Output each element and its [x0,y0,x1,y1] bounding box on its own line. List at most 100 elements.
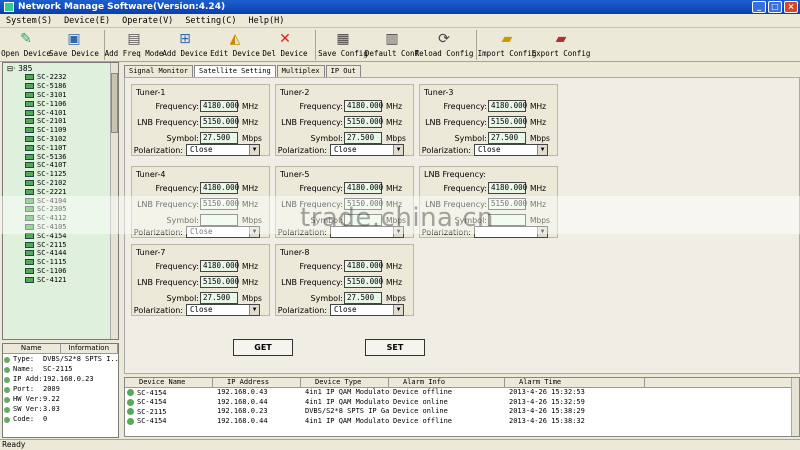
menu-setting[interactable]: Setting(C) [179,16,242,26]
dropdown-arrow-icon[interactable]: ▼ [393,305,403,315]
table-row[interactable]: SC-2115 192.168.0.23 DVBS/S2*8 SPTS IP Ga.… [125,407,799,417]
tree-device-item[interactable]: SC-5186 [3,82,118,91]
info-header-name[interactable]: Name [3,344,61,353]
mhz-unit: MHz [386,118,403,127]
frequency-input[interactable]: 4180.000 [344,100,383,112]
export-config-button[interactable]: ▰ Export Config [532,28,591,58]
tab-signal-monitor[interactable]: Signal Monitor [124,65,194,77]
frequency-input[interactable]: 4180.000 [344,260,383,272]
alarm-time: 2013-4-26 15:38:29 [509,407,585,415]
polarization-select[interactable]: Close ▼ [474,144,548,156]
tree-device-item[interactable]: SC-2101 [3,117,118,126]
dropdown-arrow-icon[interactable]: ▼ [537,145,547,155]
tree-expander-icon[interactable]: ⊟· [7,64,16,73]
del-device-button[interactable]: ✕ Del Device [261,28,309,58]
frequency-input[interactable]: 4180.000 [488,182,527,194]
menu-system[interactable]: System(S) [0,16,58,26]
save-device-button[interactable]: ▣ Save Device [49,28,99,58]
tree-device-item[interactable]: SC-4144 [3,249,118,258]
tree-device-item[interactable]: SC-3101 [3,91,118,100]
add-freq-mode-button[interactable]: ▤ Add Freq Mode [105,28,164,58]
lnb-frequency-input[interactable]: 5150.000 [200,116,239,128]
col-device-type[interactable]: Device Type [301,378,389,387]
tree-device-item[interactable]: SC-1125 [3,170,118,179]
polarization-label: Polarization: [277,306,327,315]
lnb-frequency-input[interactable]: 5150.000 [488,116,527,128]
minimize-button[interactable]: _ [752,1,766,13]
lnb-frequency-input[interactable]: 5150.000 [200,276,239,288]
maximize-button[interactable]: □ [768,1,782,13]
dropdown-arrow-icon[interactable]: ▼ [393,145,403,155]
add-device-button[interactable]: ⊞ Add Device [161,28,209,58]
tab-multiplex[interactable]: Multiplex [276,65,325,77]
info-row: Name: SC-2115 [3,364,118,374]
polarization-select[interactable]: Close ▼ [186,144,260,156]
tab-ip-out[interactable]: IP Out [325,65,361,77]
polarization-select[interactable]: Close ▼ [330,144,404,156]
alarm-device-name: SC-4154 [125,417,213,427]
close-button[interactable]: × [784,1,798,13]
tree-device-item[interactable]: SC-1106 [3,267,118,276]
polarization-label: Polarization: [133,146,183,155]
alarm-scrollbar[interactable] [791,378,799,436]
polarization-select[interactable]: Close ▼ [330,304,404,316]
menu-device[interactable]: Device(E) [58,16,116,26]
lnb-frequency-input[interactable]: 5150.000 [344,276,383,288]
device-icon [25,171,34,178]
save-config-button[interactable]: ▦ Save Config [318,28,368,58]
menu-help[interactable]: Help(H) [243,16,291,26]
device-icon [25,127,34,134]
tree-scroll-thumb[interactable] [111,73,118,133]
tree-device-item[interactable]: SC-2115 [3,240,118,249]
lnb-frequency-input[interactable]: 5150.000 [344,116,383,128]
col-alarm-info[interactable]: Alarm Info [389,378,505,387]
symbol-label: Symbol: [166,134,200,143]
frequency-input[interactable]: 4180.000 [344,182,383,194]
menu-operate[interactable]: Operate(V) [116,16,179,26]
frequency-input[interactable]: 4180.000 [488,100,527,112]
tree-device-item[interactable]: SC-4101 [3,108,118,117]
polarization-select[interactable]: Close ▼ [186,304,260,316]
tree-device-item[interactable]: SC-4121 [3,275,118,284]
info-value: DVBS/S2*8 SPTS I... [43,355,118,363]
dropdown-arrow-icon[interactable]: ▼ [249,305,259,315]
alarm-info: Device online [393,397,448,406]
dropdown-arrow-icon[interactable]: ▼ [249,145,259,155]
tree-device-item[interactable]: SC-1109 [3,126,118,135]
tab-satellite-setting[interactable]: Satellite Setting [194,65,276,77]
tree-device-item[interactable]: SC-2102 [3,179,118,188]
tree-root[interactable]: ⊟· 385 [3,63,118,73]
table-row[interactable]: SC-4154 192.168.0.44 4in1 IP QAM Modulato.… [125,417,799,427]
tree-device-item[interactable]: SC-410T [3,161,118,170]
lnb-frequency-label: LNB Frequency: [281,118,343,127]
mbps-unit: Mbps [386,294,406,303]
tree-device-item[interactable]: SC-2232 [3,73,118,82]
tree-device-item[interactable]: SC-1106 [3,99,118,108]
info-header-information[interactable]: Information [61,344,118,353]
frequency-input[interactable]: 4180.000 [200,100,239,112]
col-device-name[interactable]: Device Name [125,378,213,387]
table-row[interactable]: SC-4154 192.168.0.44 4in1 IP QAM Modulato.… [125,398,799,408]
tree-device-item[interactable]: SC-2221 [3,187,118,196]
col-ip-address[interactable]: IP Address [213,378,301,387]
tree-device-item[interactable]: SC-1115 [3,258,118,267]
edit-device-button[interactable]: ◭ Edit Device [210,28,260,58]
tree-device-item[interactable]: SC-3102 [3,135,118,144]
table-row[interactable]: SC-4154 192.168.0.43 4in1 IP QAM Modulato.… [125,388,799,398]
col-alarm-time[interactable]: Alarm Time [505,378,645,387]
export-icon: ▰ [555,31,567,47]
frequency-input[interactable]: 4180.000 [200,182,239,194]
frequency-input[interactable]: 4180.000 [200,260,239,272]
save-device-icon: ▣ [67,31,81,47]
set-button[interactable]: SET [365,339,425,356]
get-button[interactable]: GET [233,339,293,356]
tree-device-item[interactable]: SC-5136 [3,152,118,161]
open-device-button[interactable]: ✎ Open Device [1,28,51,58]
tree-device-item[interactable]: SC-110T [3,143,118,152]
mhz-unit: MHz [386,278,403,287]
reload-config-button[interactable]: ⟳ Reload Config [415,28,474,58]
default-conf-button[interactable]: ▥ Default Conf [365,28,419,58]
mhz-unit: MHz [386,184,403,193]
toolbar: ✎ Open Device ▣ Save Device ▤ Add Freq M… [0,28,800,62]
import-config-button[interactable]: ▰ Import Config [478,28,537,58]
